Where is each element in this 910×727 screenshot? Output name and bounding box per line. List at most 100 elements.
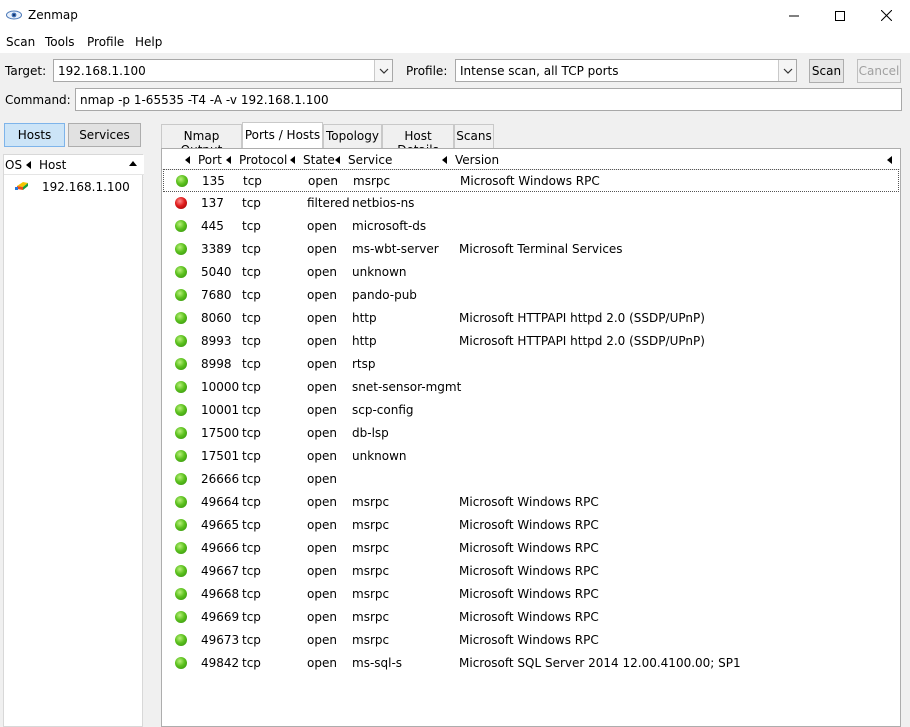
port-cell: 49665 [201, 518, 240, 532]
window-title: Zenmap [28, 8, 78, 22]
protocol-cell: tcp [242, 495, 261, 509]
table-row[interactable]: 8998 tcp open rtsp [163, 353, 899, 376]
windows-os-icon [15, 182, 28, 190]
table-row[interactable]: 17500 tcp open db-lsp [163, 422, 899, 445]
tab-scans[interactable]: Scans [454, 124, 494, 148]
zenmap-eye-icon [6, 10, 22, 20]
services-button[interactable]: Services [68, 123, 141, 147]
state-cell: open [307, 288, 337, 302]
menu-scan[interactable]: Scan [6, 35, 35, 49]
port-cell: 5040 [201, 265, 232, 279]
table-row[interactable]: 7680 tcp open pando-pub [163, 284, 899, 307]
table-row[interactable]: 49667 tcp open msrpc Microsoft Windows RPC [163, 560, 899, 583]
version-cell: Microsoft Windows RPC [459, 610, 599, 624]
table-row[interactable]: 49664 tcp open msrpc Microsoft Windows RPC [163, 491, 899, 514]
port-cell: 10000 [201, 380, 240, 394]
open-status-icon [175, 473, 187, 485]
target-value: 192.168.1.100 [58, 64, 146, 78]
table-row[interactable]: 10001 tcp open scp-config [163, 399, 899, 422]
state-cell: filtered [307, 196, 350, 210]
protocol-cell: tcp [242, 564, 261, 578]
minimize-button[interactable] [771, 0, 817, 31]
table-row[interactable]: 26666 tcp open [163, 468, 899, 491]
ports-table: Port Protocol State Service Version 135 t… [161, 148, 901, 727]
table-row[interactable]: 3389 tcp open ms-wbt-server Microsoft Termin… [163, 238, 899, 261]
open-status-icon [175, 381, 187, 393]
menu-tools[interactable]: Tools [45, 35, 75, 49]
column-state[interactable]: State [303, 153, 335, 167]
column-os[interactable]: OS [5, 158, 22, 172]
version-cell: Microsoft Windows RPC [459, 587, 599, 601]
column-port[interactable]: Port [198, 153, 222, 167]
service-cell: snet-sensor-mgmt [352, 380, 462, 394]
column-host[interactable]: Host [39, 158, 66, 172]
profile-dropdown-button[interactable] [778, 60, 796, 81]
table-row[interactable]: 8060 tcp open http Microsoft HTTPAPI httpd 2… [163, 307, 899, 330]
profile-value: Intense scan, all TCP ports [460, 64, 619, 78]
sort-left-icon [290, 156, 295, 164]
tab-nmap-output[interactable]: Nmap Output [161, 124, 242, 157]
tab-topology[interactable]: Topology [323, 124, 382, 148]
table-row[interactable]: 5040 tcp open unknown [163, 261, 899, 284]
service-cell: msrpc [353, 174, 391, 188]
protocol-cell: tcp [242, 219, 261, 233]
open-status-icon [175, 450, 187, 462]
table-row[interactable]: 135 tcp open msrpc Microsoft Windows RPC [163, 169, 899, 192]
close-button[interactable] [863, 0, 909, 31]
table-row[interactable]: 49842 tcp open ms-sql-s Microsoft SQL Server… [163, 652, 899, 675]
port-cell: 17501 [201, 449, 240, 463]
version-cell: Microsoft HTTPAPI httpd 2.0 (SSDP/UPnP) [459, 334, 705, 348]
maximize-button[interactable] [817, 0, 863, 31]
table-row[interactable]: 49668 tcp open msrpc Microsoft Windows RPC [163, 583, 899, 606]
table-row[interactable]: 445 tcp open microsoft-ds [163, 215, 899, 238]
protocol-cell: tcp [242, 610, 261, 624]
port-cell: 7680 [201, 288, 232, 302]
table-row[interactable]: 17501 tcp open unknown [163, 445, 899, 468]
service-cell: msrpc [352, 587, 390, 601]
table-row[interactable]: 10000 tcp open snet-sensor-mgmt [163, 376, 899, 399]
tab-host-details[interactable]: Host Details [382, 124, 454, 157]
state-cell: open [307, 219, 337, 233]
open-status-icon [175, 542, 187, 554]
cancel-button[interactable]: Cancel [857, 59, 901, 83]
table-row[interactable]: 137 tcp filtered netbios-ns [163, 192, 899, 215]
state-cell: open [308, 174, 338, 188]
filtered-status-icon [175, 197, 187, 209]
sort-left-icon [185, 156, 190, 164]
version-cell: Microsoft Windows RPC [459, 541, 599, 555]
table-row[interactable]: 49665 tcp open msrpc Microsoft Windows RPC [163, 514, 899, 537]
profile-combobox[interactable]: Intense scan, all TCP ports [455, 59, 797, 82]
table-row[interactable]: 49673 tcp open msrpc Microsoft Windows RPC [163, 629, 899, 652]
host-row[interactable]: 192.168.1.100 [4, 177, 142, 197]
state-cell: open [307, 587, 337, 601]
maximize-icon [835, 10, 845, 21]
version-cell: Microsoft Windows RPC [459, 633, 599, 647]
service-cell: msrpc [352, 518, 390, 532]
column-protocol[interactable]: Protocol [239, 153, 287, 167]
command-input[interactable]: nmap -p 1-65535 -T4 -A -v 192.168.1.100 [75, 88, 902, 111]
column-service[interactable]: Service [348, 153, 392, 167]
target-dropdown-button[interactable] [374, 60, 392, 81]
sort-up-icon [129, 161, 137, 166]
protocol-cell: tcp [242, 426, 261, 440]
service-cell: db-lsp [352, 426, 389, 440]
protocol-cell: tcp [242, 357, 261, 371]
menu-help[interactable]: Help [135, 35, 162, 49]
tab-ports-hosts[interactable]: Ports / Hosts [242, 122, 323, 148]
hosts-button[interactable]: Hosts [4, 123, 65, 147]
column-version[interactable]: Version [455, 153, 499, 167]
chevron-down-icon [379, 68, 388, 74]
scan-button[interactable]: Scan [809, 59, 844, 83]
state-cell: open [307, 242, 337, 256]
table-row[interactable]: 8993 tcp open http Microsoft HTTPAPI httpd 2… [163, 330, 899, 353]
title-bar: Zenmap [0, 0, 910, 31]
table-row[interactable]: 49666 tcp open msrpc Microsoft Windows RPC [163, 537, 899, 560]
sort-left-icon [887, 156, 892, 164]
open-status-icon [175, 611, 187, 623]
menu-profile[interactable]: Profile [87, 35, 124, 49]
protocol-cell: tcp [242, 334, 261, 348]
open-status-icon [175, 358, 187, 370]
protocol-cell: tcp [242, 265, 261, 279]
table-row[interactable]: 49669 tcp open msrpc Microsoft Windows RPC [163, 606, 899, 629]
target-combobox[interactable]: 192.168.1.100 [53, 59, 393, 82]
